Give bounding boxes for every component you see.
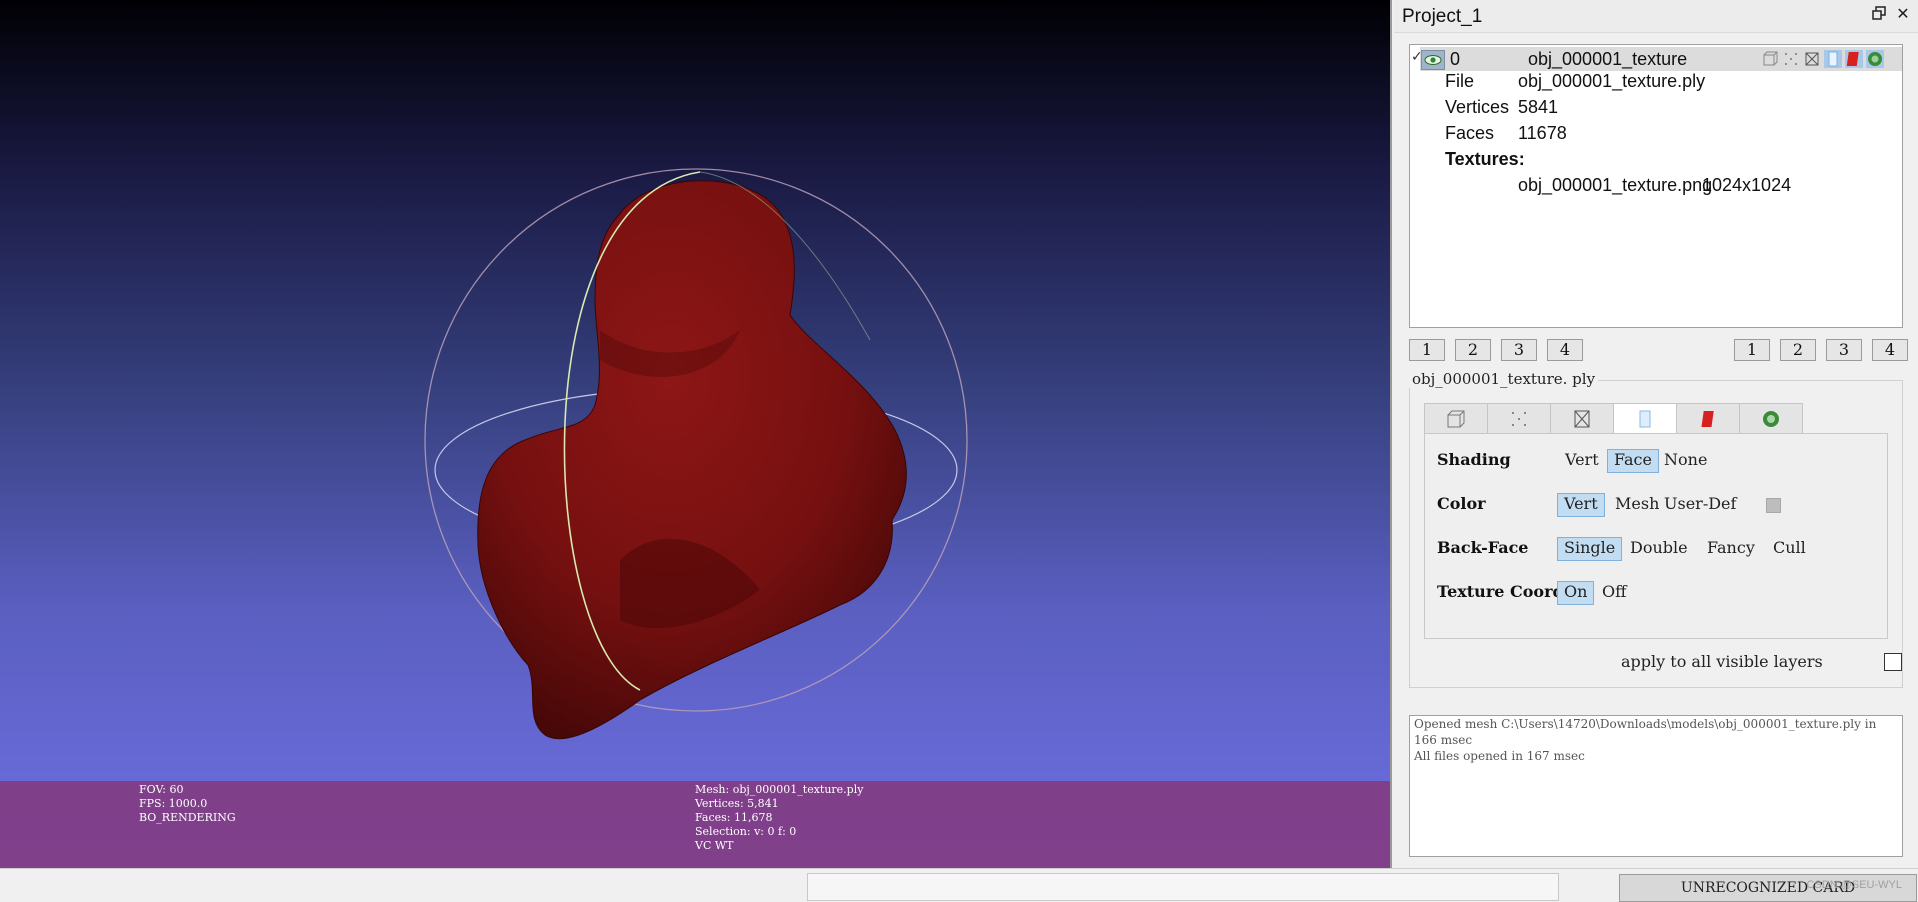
faces-text: Faces: 11,678 [695,811,773,824]
tab-shading[interactable] [1613,403,1677,435]
fps-text: FPS: 1000.0 [139,797,208,810]
tab-box[interactable] [1424,403,1488,435]
texture-icon [1763,411,1779,427]
layer-name: obj_000001_texture [1528,49,1688,69]
shading-vert-option[interactable]: Vert [1559,449,1605,471]
texture-size: 1024x1024 [1702,175,1792,195]
vertices-label: Vertices [1445,97,1510,117]
color-mesh-option[interactable]: Mesh [1609,493,1665,515]
vc-wt-text: VC WT [695,839,734,852]
vertices-text: Vertices: 5,841 [695,797,779,810]
log-line: Opened mesh C:\Users\14720\Downloads\mod… [1414,717,1877,747]
apply-all-layers-checkbox[interactable] [1884,653,1902,671]
shading-icon [1639,410,1651,428]
box-icon [1447,410,1465,428]
color-vert-option[interactable]: Vert [1557,493,1605,517]
tab-texture[interactable] [1739,403,1803,435]
panel-header: Project_1 ✕ [1394,0,1918,33]
panel-title: Project_1 [1402,6,1483,27]
texture-icon[interactable] [1866,50,1884,68]
log-console[interactable]: Opened mesh C:\Users\14720\Downloads\mod… [1409,715,1903,857]
log-line: All files opened in 167 msec [1414,749,1585,763]
shading-label: Shading [1437,450,1511,469]
shading-icon[interactable] [1824,50,1842,68]
render-stats: FOV: 60 FPS: 1000.0 BO_RENDERING [139,783,236,825]
color-icon [1701,411,1714,427]
tab-wireframe[interactable] [1550,403,1614,435]
selection-text: Selection: v: 0 f: 0 [695,825,797,838]
params-title: obj_000001_texture. ply [1409,370,1599,388]
status-field [807,873,1559,901]
eye-visibility-icon[interactable] [1421,50,1445,70]
wireframe-icon [1574,410,1590,428]
view-button-right-2[interactable]: 2 [1780,339,1816,361]
mesh-stats: Mesh: obj_000001_texture.ply Vertices: 5… [695,783,863,853]
shading-none-option[interactable]: None [1658,449,1713,471]
layer-row[interactable]: ✓ 0 obj_000001_texture [1411,47,1902,71]
points-icon [1512,412,1526,426]
status-bar: UNRECOGNIZED CARD CSDN @SEU-WYL [0,868,1918,902]
color-icon[interactable] [1845,50,1863,68]
color-label: Color [1437,494,1486,513]
mesh-object [477,180,907,740]
texcoord-label: Texture Coord [1437,582,1564,601]
view-button-left-1[interactable]: 1 [1409,339,1445,361]
backface-double-option[interactable]: Double [1624,537,1694,559]
file-value: obj_000001_texture.ply [1518,71,1706,91]
view-button-right-3[interactable]: 3 [1826,339,1862,361]
render-mode-text: BO_RENDERING [139,811,236,824]
view-button-right-4[interactable]: 4 [1872,339,1908,361]
backface-single-option[interactable]: Single [1557,537,1623,561]
texture-file: obj_000001_texture.png [1518,175,1713,195]
mesh-render [424,168,968,740]
view-button-left-2[interactable]: 2 [1455,339,1491,361]
view-button-left-4[interactable]: 4 [1547,339,1583,361]
mesh-name-text: Mesh: obj_000001_texture.ply [695,783,864,796]
textures-label: Textures: [1445,149,1525,169]
view-button-right-1[interactable]: 1 [1734,339,1770,361]
layer-panel: Project_1 ✕ ✓ 0 obj_000001_texture File … [1394,0,1918,868]
layer-index: 0 [1450,49,1461,69]
color-userdef-option[interactable]: User-Def [1658,493,1742,515]
watermark-text: CSDN @SEU-WYL [1806,879,1902,891]
viewport-info-bar: FOV: 60 FPS: 1000.0 BO_RENDERING Mesh: o… [0,781,1390,868]
tab-color[interactable] [1676,403,1740,435]
wireframe-icon[interactable] [1803,50,1821,68]
texcoord-off-option[interactable]: Off [1596,581,1632,603]
tab-points[interactable] [1487,403,1551,435]
view-button-left-3[interactable]: 3 [1501,339,1537,361]
backface-cull-option[interactable]: Cull [1767,537,1812,559]
file-label: File [1445,71,1475,91]
points-icon[interactable] [1782,50,1800,68]
fov-text: FOV: 60 [139,783,184,796]
shading-options-panel: Shading Vert Face None Color Vert Mesh U… [1424,433,1888,639]
backface-fancy-option[interactable]: Fancy [1701,537,1761,559]
box-icon[interactable] [1761,50,1779,68]
faces-label: Faces [1445,123,1495,143]
vertices-value: 5841 [1518,97,1559,117]
float-window-icon[interactable] [1870,6,1888,24]
faces-value: 11678 [1518,123,1567,143]
close-icon[interactable]: ✕ [1894,6,1912,24]
shading-face-option[interactable]: Face [1607,449,1659,473]
texcoord-on-option[interactable]: On [1557,581,1595,605]
apply-all-layers-label: apply to all visible layers [1621,652,1823,671]
layer-tree[interactable]: ✓ 0 obj_000001_texture File obj_000001_t… [1409,44,1903,328]
3d-viewport[interactable]: FOV: 60 FPS: 1000.0 BO_RENDERING Mesh: o… [0,0,1392,868]
color-swatch[interactable] [1766,498,1781,513]
backface-label: Back-Face [1437,538,1529,557]
